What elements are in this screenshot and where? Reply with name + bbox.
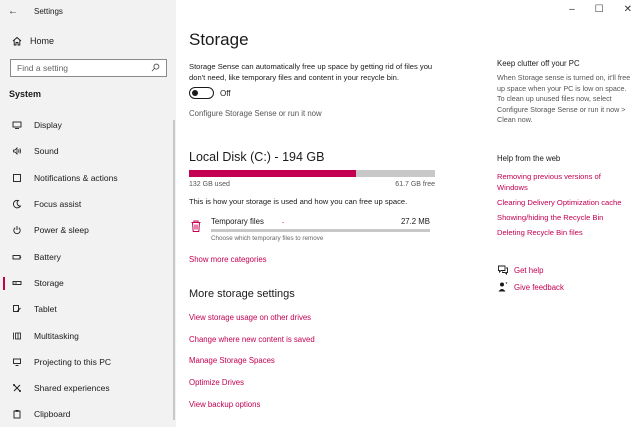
sidebar-item-label: Display: [34, 120, 62, 131]
view-storage-other-drives-link[interactable]: View storage usage on other drives: [189, 313, 315, 335]
sidebar-item-label: Power & sleep: [34, 225, 89, 236]
help-from-web-heading: Help from the web: [497, 154, 561, 163]
moon-icon: [8, 199, 26, 209]
sidebar-item-notifications[interactable]: Notifications & actions: [0, 165, 176, 191]
clutter-heading: Keep clutter off your PC: [497, 59, 580, 68]
storage-icon: [8, 278, 26, 288]
display-icon: [8, 120, 26, 130]
clutter-description: When Storage sense is turned on, it'll f…: [497, 73, 631, 125]
help-link[interactable]: Clearing Delivery Optimization cache: [497, 198, 632, 209]
help-links: Removing previous versions of Windows Cl…: [497, 172, 632, 243]
search-placeholder: Find a setting: [17, 63, 69, 73]
help-link[interactable]: Showing/hiding the Recycle Bin: [497, 213, 632, 224]
sidebar-item-label: Sound: [34, 146, 59, 157]
storage-sense-description: Storage Sense can automatically free up …: [189, 62, 433, 82]
sidebar-item-label: Projecting to this PC: [34, 356, 112, 367]
window-title: Settings: [34, 6, 63, 16]
clipboard-icon: [8, 409, 26, 419]
help-link[interactable]: Removing previous versions of Windows: [497, 172, 632, 193]
trash-icon: [189, 219, 203, 233]
get-help-link[interactable]: Get help: [497, 264, 543, 276]
sidebar-item-multitasking[interactable]: Multitasking: [0, 322, 176, 348]
used-label: 132 GB used: [189, 181, 230, 188]
multitasking-icon: [8, 331, 26, 341]
configure-storage-sense-link[interactable]: Configure Storage Sense or run it now: [189, 109, 322, 118]
storage-sense-toggle[interactable]: [189, 87, 214, 99]
sidebar-item-clipboard[interactable]: Clipboard: [0, 401, 176, 427]
sidebar-item-sound[interactable]: Sound: [0, 138, 176, 164]
chat-help-icon: [497, 264, 509, 276]
sidebar-item-label: Storage: [34, 277, 64, 288]
temporary-files-category[interactable]: Temporary files ⸳ 27.2 MB Choose which t…: [189, 216, 435, 246]
more-storage-settings-heading: More storage settings: [189, 288, 295, 300]
page-title: Storage: [189, 30, 249, 49]
show-more-categories-link[interactable]: Show more categories: [189, 255, 267, 264]
change-new-content-location-link[interactable]: Change where new content is saved: [189, 335, 315, 357]
give-feedback-label: Give feedback: [514, 282, 564, 292]
view-backup-options-link[interactable]: View backup options: [189, 400, 315, 422]
title-bar: ← Settings: [0, 0, 176, 22]
disk-usage-labels: 132 GB used 61.7 GB free: [189, 181, 435, 188]
sidebar-item-shared-experiences[interactable]: Shared experiences: [0, 375, 176, 401]
back-arrow-icon[interactable]: ←: [8, 6, 24, 17]
optimize-drives-link[interactable]: Optimize Drives: [189, 378, 315, 400]
sidebar-item-projecting[interactable]: Projecting to this PC: [0, 349, 176, 375]
shared-icon: [8, 383, 26, 393]
tablet-icon: [8, 304, 26, 314]
sidebar: ← Settings Home Find a setting System Di…: [0, 0, 176, 427]
sidebar-item-power-sleep[interactable]: Power & sleep: [0, 217, 176, 243]
sidebar-item-label: Multitasking: [34, 330, 79, 341]
disk-usage-fill: [189, 170, 357, 177]
more-storage-settings-links: View storage usage on other drives Chang…: [189, 313, 315, 421]
disk-usage-bar: [189, 170, 435, 177]
maximize-icon[interactable]: ☐: [595, 4, 604, 15]
nav-home[interactable]: Home: [8, 36, 54, 46]
category-usage-bar: [211, 229, 430, 232]
home-icon: [8, 36, 26, 46]
sidebar-item-label: Notifications & actions: [34, 172, 118, 183]
window-controls: – ☐ ✕: [569, 4, 632, 15]
sidebar-item-label: Tablet: [34, 304, 57, 315]
give-feedback-link[interactable]: Give feedback: [497, 281, 564, 293]
category-size: 27.2 MB: [400, 217, 430, 226]
free-label: 61.7 GB free: [395, 181, 435, 188]
storage-sense-toggle-row: Off: [189, 87, 231, 99]
sidebar-item-label: Focus assist: [34, 199, 82, 210]
home-label: Home: [30, 36, 55, 46]
search-input[interactable]: Find a setting: [10, 59, 167, 77]
sidebar-item-storage[interactable]: Storage: [0, 270, 176, 296]
sidebar-nav: Display Sound Notifications & actions Fo…: [0, 112, 176, 427]
sidebar-item-battery[interactable]: Battery: [0, 243, 176, 269]
search-icon: [151, 63, 160, 74]
section-header-system: System: [9, 89, 42, 99]
sidebar-item-display[interactable]: Display: [0, 112, 176, 138]
manage-storage-spaces-link[interactable]: Manage Storage Spaces: [189, 356, 315, 378]
help-link[interactable]: Deleting Recycle Bin files: [497, 228, 632, 239]
toggle-knob: [192, 89, 198, 96]
category-hint: Choose which temporary files to remove: [211, 235, 324, 242]
close-icon[interactable]: ✕: [624, 4, 632, 15]
projecting-icon: [8, 357, 26, 367]
feedback-person-icon: [497, 281, 509, 293]
toggle-state-label: Off: [220, 88, 231, 98]
sidebar-item-label: Shared experiences: [34, 383, 110, 394]
loading-indicator-icon: ⸳: [282, 217, 285, 226]
disk-title: Local Disk (C:) - 194 GB: [189, 150, 325, 164]
battery-icon: [8, 252, 26, 262]
sidebar-item-focus-assist[interactable]: Focus assist: [0, 191, 176, 217]
sidebar-item-tablet[interactable]: Tablet: [0, 296, 176, 322]
sidebar-item-label: Battery: [34, 251, 61, 262]
sound-icon: [8, 146, 26, 156]
notifications-icon: [8, 173, 26, 183]
get-help-label: Get help: [514, 265, 544, 275]
category-name: Temporary files: [211, 217, 264, 226]
sidebar-item-label: Clipboard: [34, 409, 71, 420]
minimize-icon[interactable]: –: [569, 4, 575, 15]
power-icon: [8, 225, 26, 235]
sidebar-scrollbar[interactable]: [173, 120, 175, 420]
usage-explanation: This is how your storage is used and how…: [189, 197, 408, 206]
